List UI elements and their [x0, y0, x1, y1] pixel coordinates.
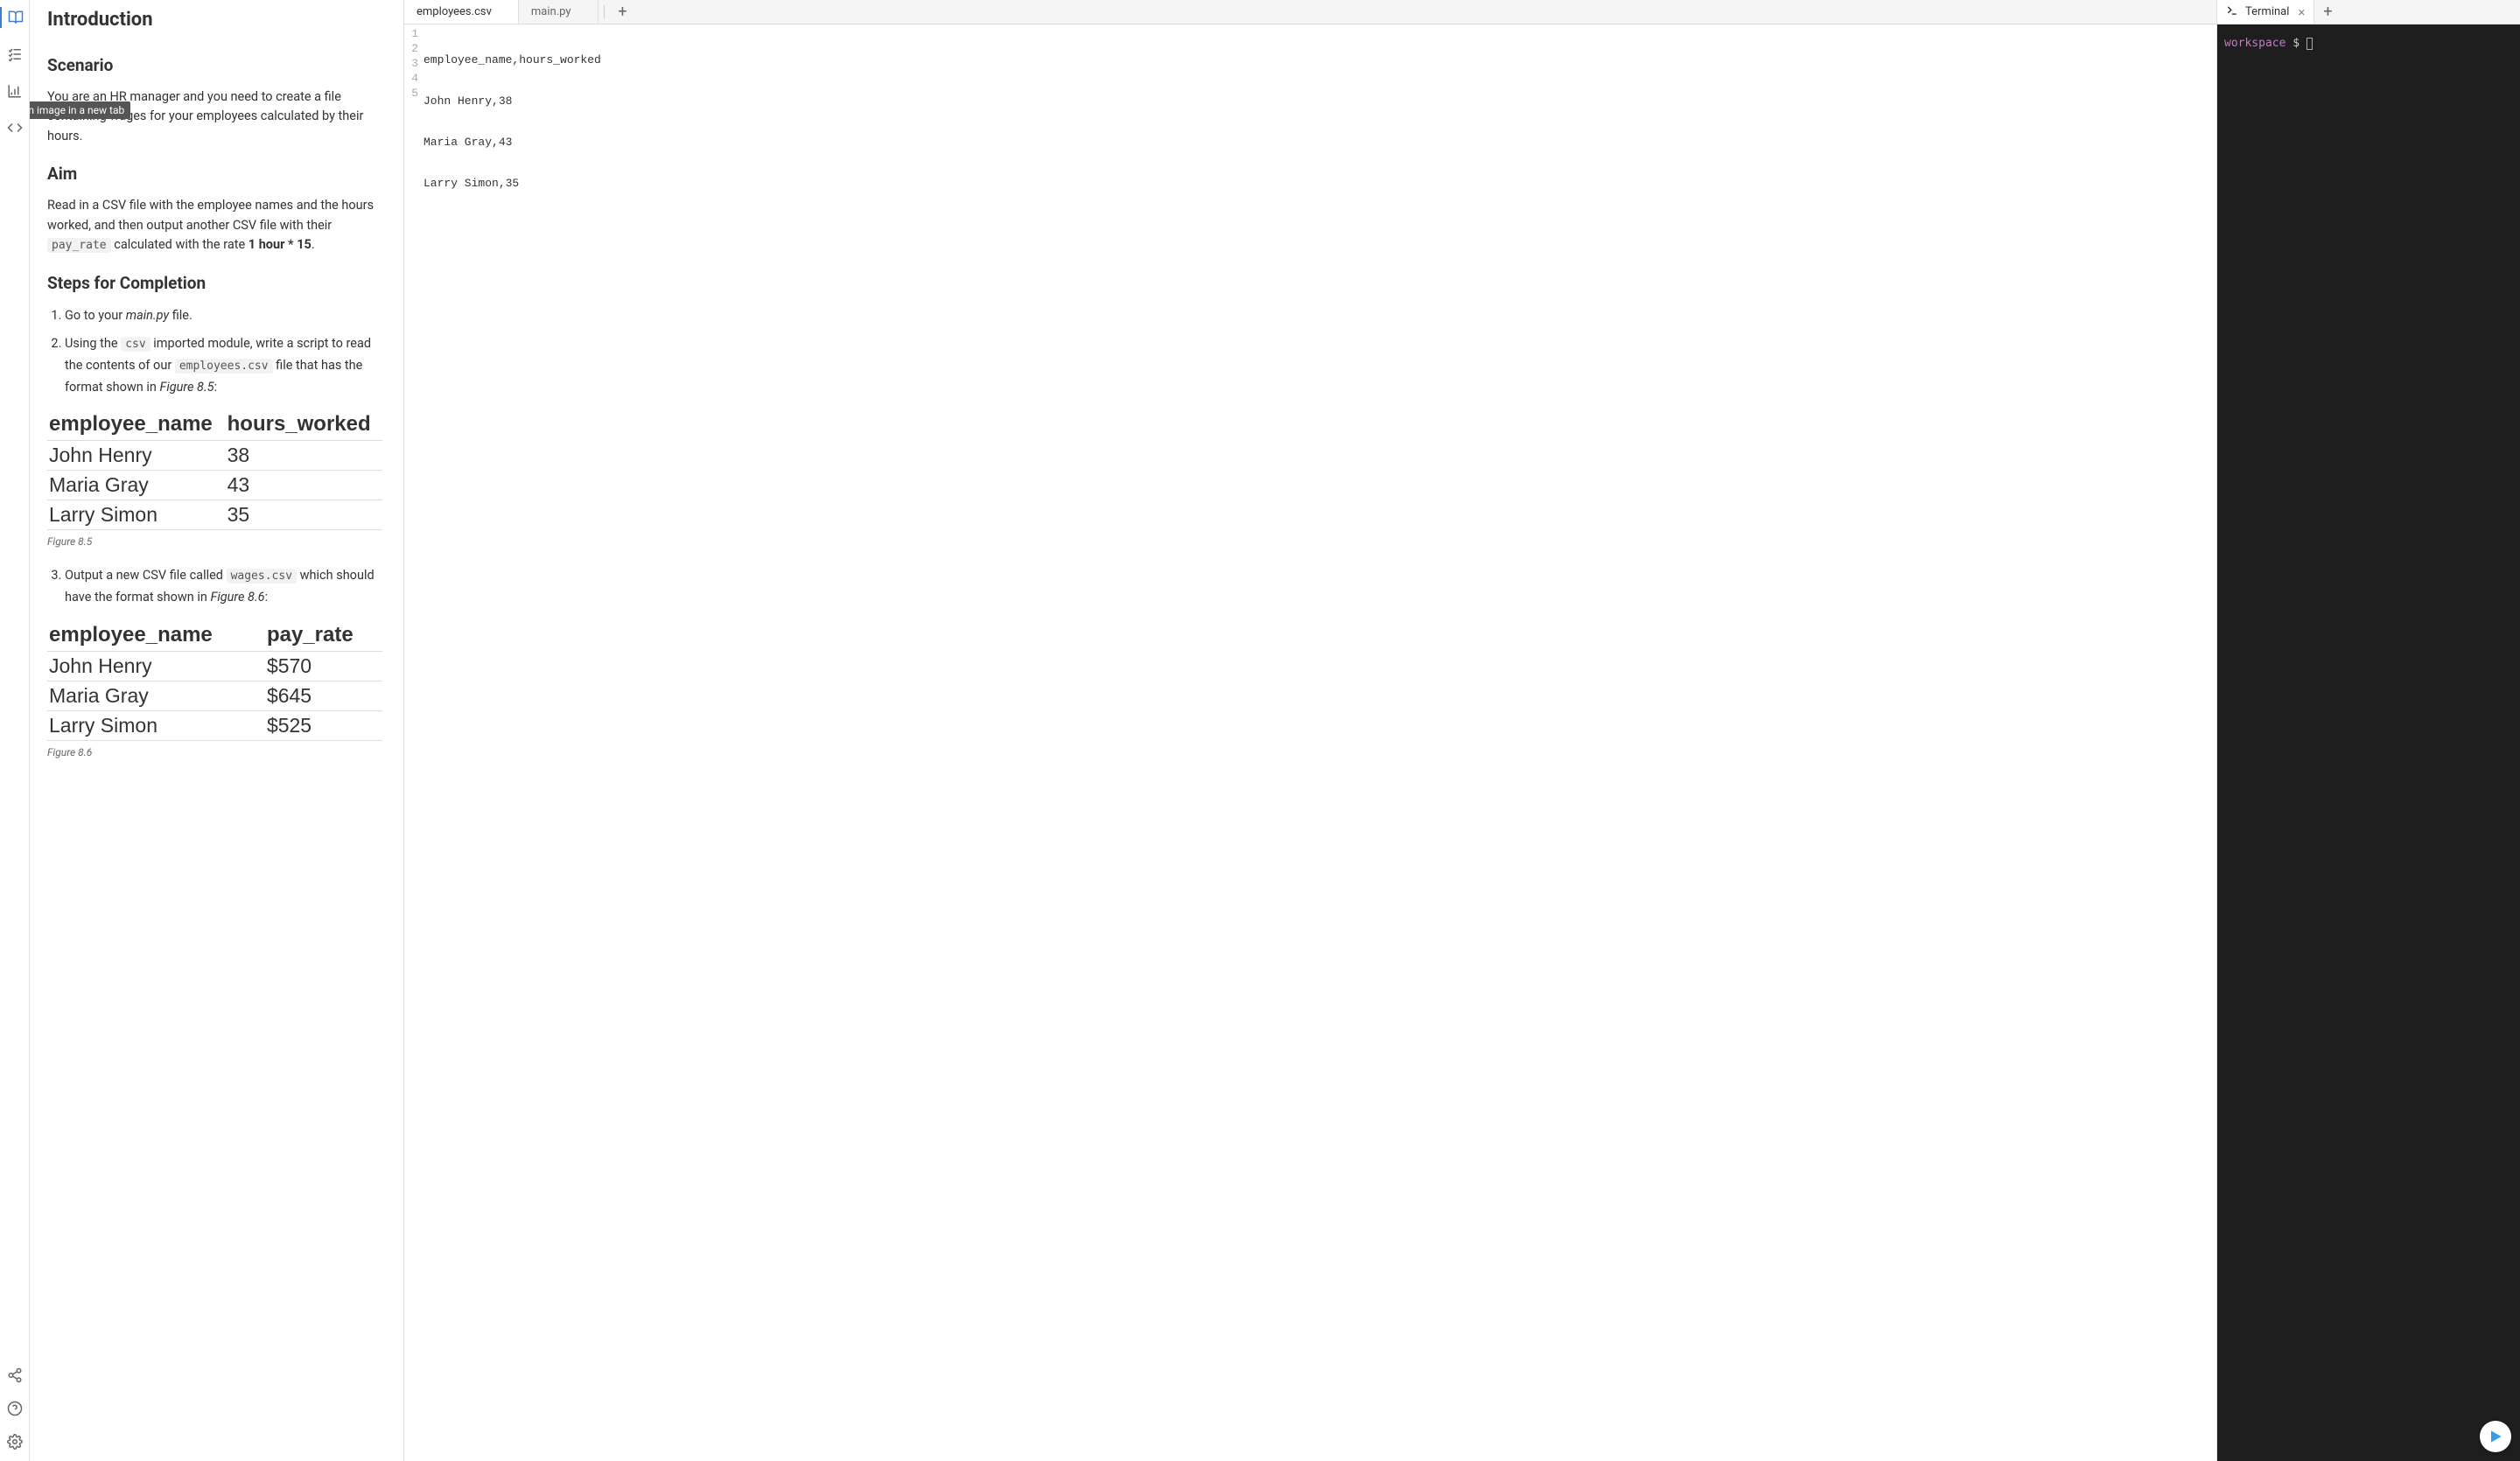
steps-list: Go to your main.py file. Using the csv i… [47, 305, 382, 399]
terminal-body[interactable]: workspace $ [2217, 24, 2520, 1461]
run-button[interactable] [2480, 1421, 2511, 1452]
sidebar-book-icon[interactable] [0, 7, 30, 28]
step-3: Output a new CSV file called wages.csv w… [65, 565, 382, 608]
heading-scenario: Scenario [47, 55, 382, 75]
terminal-tab[interactable]: Terminal × [2217, 0, 2314, 24]
code-employees-csv: employees.csv [175, 359, 273, 374]
code-pay-rate: pay_rate [47, 238, 111, 253]
code-wages-csv: wages.csv [227, 569, 297, 584]
sidebar-gear-icon[interactable] [0, 1431, 30, 1452]
add-tab-button[interactable]: + [610, 0, 636, 24]
table-header: employee_name [47, 409, 226, 441]
table-row: Larry Simon35 [47, 500, 382, 530]
aim-paragraph: Read in a CSV file with the employee nam… [47, 196, 382, 255]
table-header: pay_rate [265, 619, 382, 652]
figure-caption: Figure 8.6 [47, 746, 382, 758]
code-editor[interactable]: 12345 employee_name,hours_worked John He… [404, 24, 2216, 1461]
table-row: John Henry$570 [47, 651, 382, 681]
table-row: John Henry38 [47, 441, 382, 471]
tab-main-py[interactable]: main.py [519, 0, 598, 24]
step-1: Go to your main.py file. [65, 305, 382, 327]
figure-caption: Figure 8.5 [47, 535, 382, 548]
sidebar-help-icon[interactable] [0, 1398, 30, 1419]
page-title: Introduction [47, 9, 382, 31]
sidebar-checklist-icon[interactable] [0, 44, 30, 65]
tab-employees-csv[interactable]: employees.csv [404, 0, 519, 24]
step-2: Using the csv imported module, write a s… [65, 333, 382, 398]
heading-steps: Steps for Completion [47, 273, 382, 293]
instructions-panel: Open image in a new tab Introduction Sce… [30, 0, 404, 1461]
sidebar-chart-icon[interactable] [0, 80, 30, 101]
table-row: Maria Gray43 [47, 471, 382, 500]
sidebar-code-icon[interactable] [0, 117, 30, 138]
figure-8-5-table: employee_name hours_worked John Henry38 … [47, 409, 382, 530]
table-row: Maria Gray$645 [47, 681, 382, 710]
tab-separator [604, 5, 605, 18]
heading-aim: Aim [47, 164, 382, 184]
figure-8-6-table: employee_name pay_rate John Henry$570 Ma… [47, 619, 382, 741]
add-terminal-button[interactable]: + [2314, 0, 2341, 24]
terminal-tab-bar: Terminal × + [2217, 0, 2520, 24]
steps-list-cont: Output a new CSV file called wages.csv w… [47, 565, 382, 608]
code-content: employee_name,hours_worked John Henry,38… [424, 24, 601, 1461]
terminal-panel: Terminal × + workspace $ [2217, 0, 2520, 1461]
code-csv: csv [121, 337, 150, 352]
sidebar-share-icon[interactable] [0, 1365, 30, 1386]
table-header: employee_name [47, 619, 265, 652]
sidebar [0, 0, 30, 1461]
editor-tab-bar: employees.csv main.py + [404, 0, 2216, 24]
line-gutter: 12345 [404, 24, 424, 1461]
image-tooltip: Open image in a new tab [30, 101, 130, 119]
terminal-cursor [2306, 38, 2313, 50]
table-row: Larry Simon$525 [47, 710, 382, 740]
editor-panel: employees.csv main.py + 12345 employee_n… [404, 0, 2217, 1461]
close-icon[interactable]: × [2296, 4, 2306, 20]
terminal-prompt: workspace $ [2224, 37, 2306, 50]
terminal-icon [2226, 4, 2238, 20]
table-header: hours_worked [226, 409, 382, 441]
